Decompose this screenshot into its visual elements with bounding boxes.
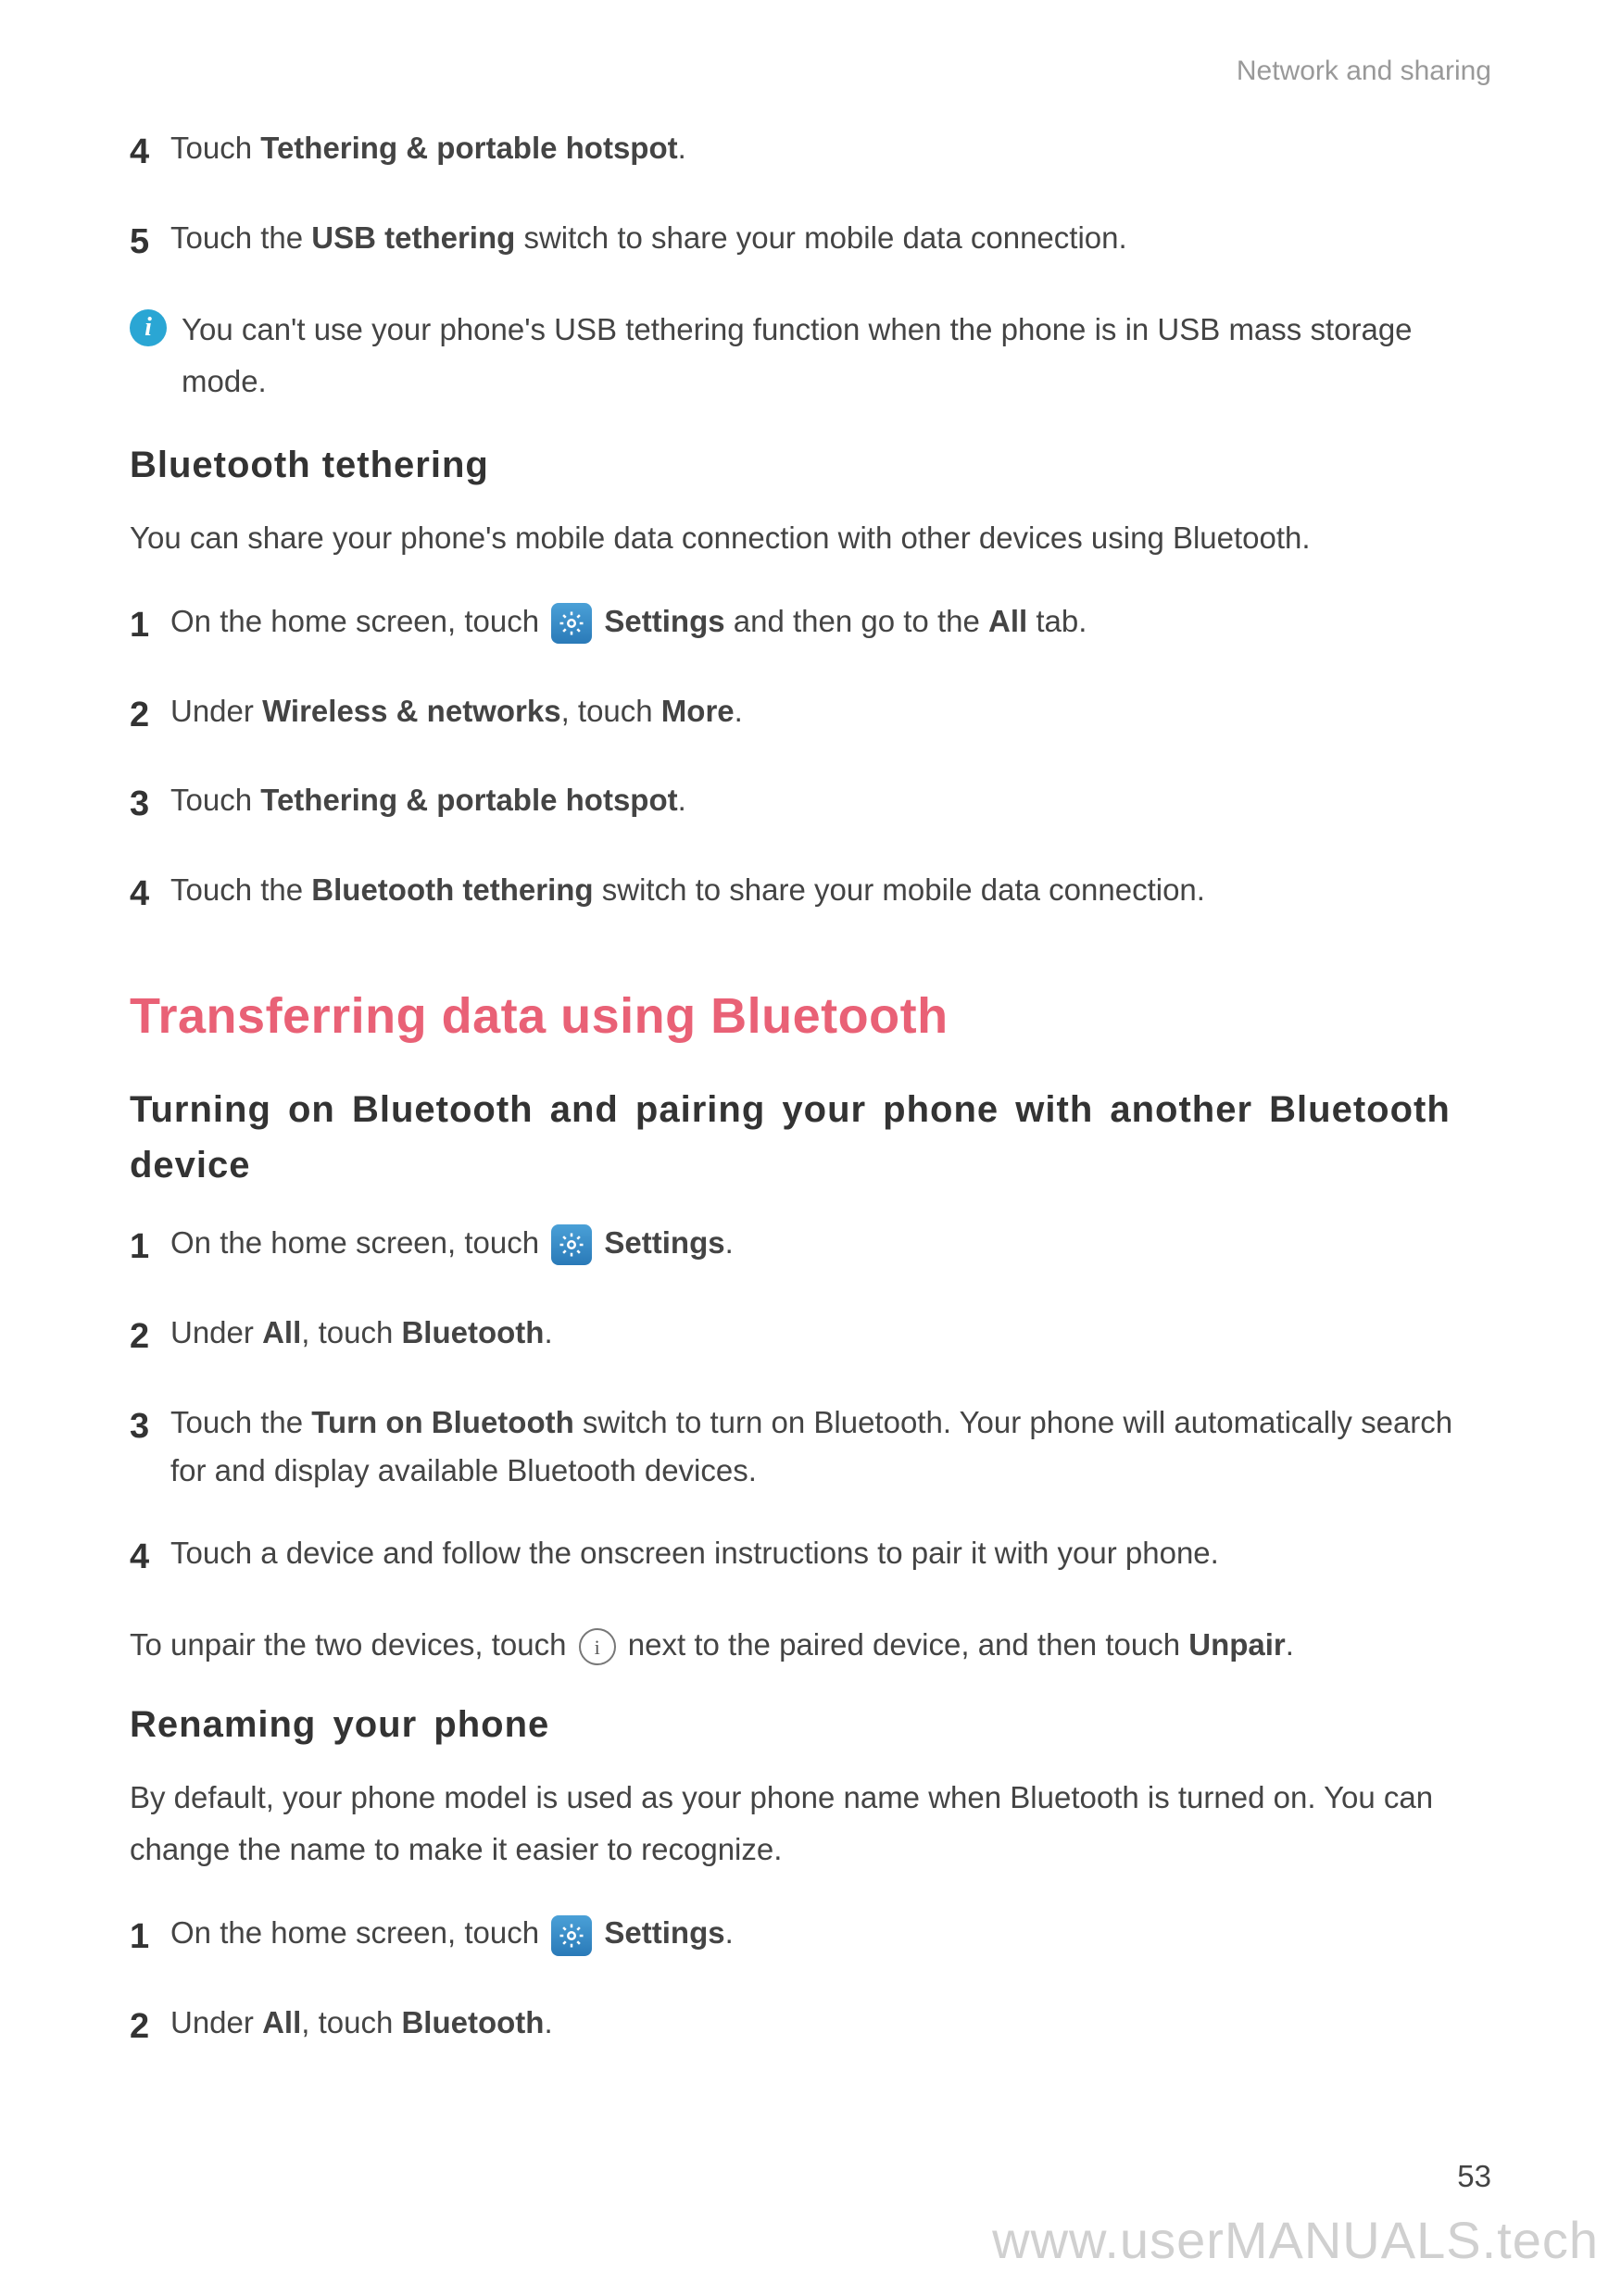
pair-step-1: 1 On the home screen, touch Settings. xyxy=(130,1219,1491,1275)
rename-step-1: 1 On the home screen, touch Settings. xyxy=(130,1909,1491,1965)
settings-icon xyxy=(551,603,592,644)
heading-transferring-data: Transferring data using Bluetooth xyxy=(130,987,1491,1045)
bt-step-4: 4 Touch the Bluetooth tethering switch t… xyxy=(130,866,1491,922)
settings-icon xyxy=(551,1224,592,1265)
manual-page: Network and sharing 4 Touch Tethering & … xyxy=(0,0,1621,2296)
heading-renaming: Renaming your phone xyxy=(130,1704,1491,1746)
rename-intro: By default, your phone model is used as … xyxy=(130,1772,1491,1876)
pair-step-2: 2 Under All, touch Bluetooth. xyxy=(130,1309,1491,1365)
step-text: Touch a device and follow the onscreen i… xyxy=(170,1529,1491,1578)
step-5-usb-tethering: 5 Touch the USB tethering switch to shar… xyxy=(130,214,1491,270)
settings-icon xyxy=(551,1915,592,1956)
step-number: 5 xyxy=(130,214,170,270)
pair-step-3: 3 Touch the Turn on Bluetooth switch to … xyxy=(130,1399,1491,1497)
bt-step-2: 2 Under Wireless & networks, touch More. xyxy=(130,687,1491,744)
step-text: On the home screen, touch Settings. xyxy=(170,1219,1491,1268)
watermark: www.userMANUALS.tech xyxy=(992,2210,1599,2270)
step-text: On the home screen, touch Settings and t… xyxy=(170,597,1491,646)
step-number: 2 xyxy=(130,1999,170,2055)
page-number: 53 xyxy=(1457,2159,1491,2194)
step-number: 2 xyxy=(130,1309,170,1365)
rename-step-2: 2 Under All, touch Bluetooth. xyxy=(130,1999,1491,2055)
info-text: You can't use your phone's USB tethering… xyxy=(182,304,1491,408)
info-circle-icon: i xyxy=(579,1628,616,1665)
step-text: Under Wireless & networks, touch More. xyxy=(170,687,1491,736)
step-number: 1 xyxy=(130,597,170,654)
unpair-note: To unpair the two devices, touch i next … xyxy=(130,1619,1491,1671)
step-text: Under All, touch Bluetooth. xyxy=(170,1309,1491,1358)
step-number: 4 xyxy=(130,124,170,181)
info-note: i You can't use your phone's USB tetheri… xyxy=(130,304,1491,408)
heading-pairing: Turning on Bluetooth and pairing your ph… xyxy=(130,1082,1491,1193)
heading-bluetooth-tethering: Bluetooth tethering xyxy=(130,445,1491,486)
step-number: 4 xyxy=(130,1529,170,1586)
step-text: Touch Tethering & portable hotspot. xyxy=(170,124,1491,173)
step-number: 3 xyxy=(130,776,170,833)
step-text: On the home screen, touch Settings. xyxy=(170,1909,1491,1958)
step-text: Touch the Bluetooth tethering switch to … xyxy=(170,866,1491,915)
pair-step-4: 4 Touch a device and follow the onscreen… xyxy=(130,1529,1491,1586)
section-header: Network and sharing xyxy=(130,56,1491,87)
step-text: Touch the Turn on Bluetooth switch to tu… xyxy=(170,1399,1491,1497)
step-number: 4 xyxy=(130,866,170,922)
bt-step-3: 3 Touch Tethering & portable hotspot. xyxy=(130,776,1491,833)
step-text: Under All, touch Bluetooth. xyxy=(170,1999,1491,2048)
step-number: 3 xyxy=(130,1399,170,1455)
bt-tether-intro: You can share your phone's mobile data c… xyxy=(130,512,1491,564)
step-number: 1 xyxy=(130,1909,170,1965)
info-icon: i xyxy=(130,309,167,346)
step-4-tethering: 4 Touch Tethering & portable hotspot. xyxy=(130,124,1491,181)
step-number: 1 xyxy=(130,1219,170,1275)
step-text: Touch Tethering & portable hotspot. xyxy=(170,776,1491,825)
step-number: 2 xyxy=(130,687,170,744)
bt-step-1: 1 On the home screen, touch Settings and… xyxy=(130,597,1491,654)
step-text: Touch the USB tethering switch to share … xyxy=(170,214,1491,263)
